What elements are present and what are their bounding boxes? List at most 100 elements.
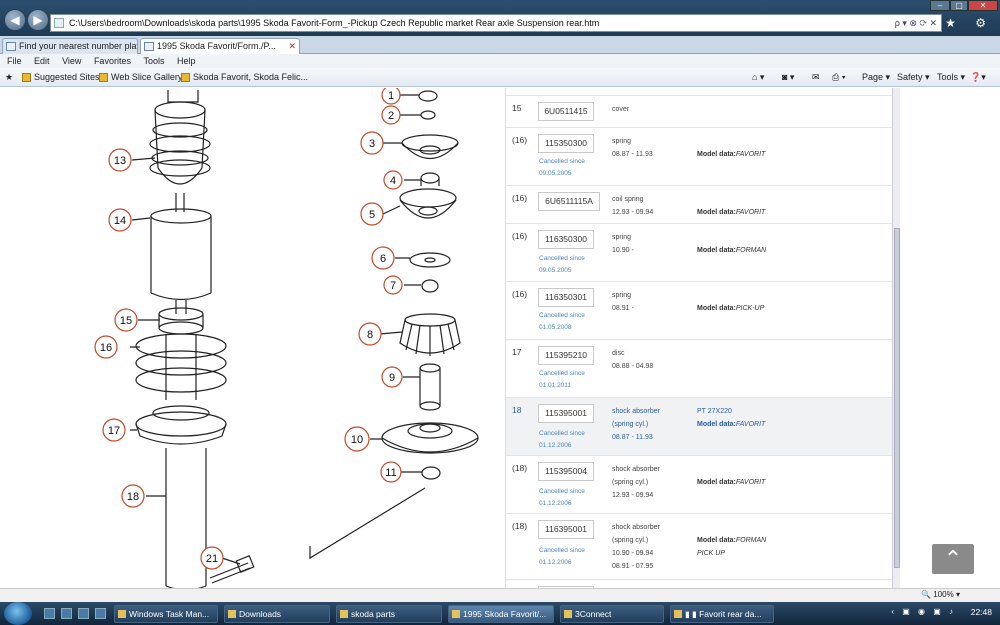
part-description: shock absorber (spring cyl.) 08.87 - 11.93 (612, 405, 698, 444)
callout-10: 10 (351, 434, 363, 446)
fav-label: Skoda Favorit, Skoda Felic... (193, 72, 309, 82)
maximize-button[interactable]: ▢ (950, 0, 968, 11)
position-number: (18) (512, 463, 528, 473)
model-label: Model data: (697, 247, 736, 254)
model-label: Model data: (697, 151, 736, 158)
address-input[interactable]: C:\Users\bedroom\Downloads\skoda parts\1… (50, 14, 942, 32)
menu-view[interactable]: View (62, 54, 81, 68)
model-value: FAVORIT (735, 209, 766, 216)
cancelled-label: Cancelled since (539, 312, 585, 319)
model-data: Model data:PICK-UP (697, 302, 764, 315)
model-label: Model data: (697, 209, 736, 216)
print-icon[interactable]: ⎙ ▾ (832, 71, 845, 84)
part-number[interactable]: 115395004 (538, 462, 594, 481)
date-range: 10.90 - 09.94 (612, 550, 654, 557)
taskbar-label: 1995 Skoda Favorit/... (463, 609, 547, 619)
app-icon (564, 610, 572, 618)
taskbar-item-downloads[interactable]: Downloads (224, 605, 330, 623)
part-number[interactable]: 116395001 (538, 520, 594, 539)
table-row: (18) 116395001 Cancelled since 01.12.200… (506, 514, 892, 580)
model-data: Model data:FAVORIT (697, 476, 765, 489)
desc-text-2: (spring cyl.) (612, 537, 649, 544)
part-number[interactable]: 6U0511415 (538, 102, 594, 121)
quicklaunch-icon[interactable] (44, 608, 55, 619)
mail-icon[interactable]: ✉ (812, 71, 820, 84)
page-menu[interactable]: Page ▾ (862, 71, 890, 84)
tools-menu[interactable]: Tools ▾ (937, 71, 965, 84)
part-number[interactable]: 115395210 (538, 346, 594, 365)
callout-4: 4 (390, 175, 396, 187)
favorites-star-icon[interactable]: ★ (5, 71, 13, 84)
model-data: Model data:FAVORIT (697, 206, 765, 219)
table-row: (16) 116350301 Cancelled since 01.05.200… (506, 282, 892, 340)
menu-favorites[interactable]: Favorites (94, 54, 131, 68)
quicklaunch-icon[interactable] (78, 608, 89, 619)
menu-tools[interactable]: Tools (143, 54, 164, 68)
site-icon (181, 73, 190, 82)
cancelled-date: 01.05.2008 (539, 324, 572, 331)
system-tray-icons[interactable]: ‹ ▣ ◉ ▣ ♪ (891, 607, 956, 616)
scroll-to-top-button[interactable]: ⌃ (932, 544, 974, 574)
fav-suggested-sites[interactable]: Suggested Sites (22, 71, 100, 84)
date-range-2: 08.91 - 07.95 (612, 563, 654, 570)
part-number[interactable]: 116350300 (538, 230, 594, 249)
back-button[interactable]: ◀ (4, 9, 26, 31)
callout-15: 15 (120, 315, 132, 327)
feeds-icon[interactable]: ◙ ▾ (782, 71, 794, 84)
part-number[interactable]: 115395001 (538, 404, 594, 423)
help-menu[interactable]: ❓▾ (970, 71, 986, 84)
fav-web-slice-gallery[interactable]: Web Slice Gallery (99, 71, 182, 84)
model-value: FAVORIT (735, 479, 766, 486)
callout-6: 6 (380, 253, 386, 265)
date-range: 08.88 - 04.98 (612, 363, 654, 370)
callout-13: 13 (114, 155, 126, 167)
table-row: 15 6U0511415 cover (506, 96, 892, 128)
start-button[interactable] (4, 602, 32, 625)
menu-help[interactable]: Help (177, 54, 196, 68)
quicklaunch-icon[interactable] (95, 608, 106, 619)
position-number: (16) (512, 193, 528, 203)
menu-edit[interactable]: Edit (34, 54, 50, 68)
minimize-button[interactable]: – (930, 0, 950, 11)
zoom-level[interactable]: 🔍 100% ▾ (921, 590, 960, 599)
tab-label: Find your nearest number plat... (19, 41, 138, 51)
part-description: disc 08.88 - 04.98 (612, 347, 698, 373)
close-window-button[interactable]: ✕ (968, 0, 998, 11)
taskbar-label: Downloads (239, 609, 282, 619)
menu-file[interactable]: File (7, 54, 22, 68)
callout-7: 7 (390, 280, 396, 292)
part-number[interactable]: 116350301 (538, 288, 594, 307)
taskbar-item-task-manager[interactable]: Windows Task Man... (114, 605, 218, 623)
safety-menu[interactable]: Safety ▾ (897, 71, 930, 84)
table-row-selected: 18 115395001 Cancelled since 01.12.2006 … (506, 398, 892, 456)
desc-text: coil spring (612, 196, 644, 203)
tab-skoda-favorit[interactable]: 1995 Skoda Favorit/Form./P... ✕ (140, 38, 300, 54)
model-value: FORMAN (735, 537, 767, 544)
callout-1: 1 (388, 90, 394, 102)
part-number[interactable]: 6U6511115A (538, 192, 600, 211)
table-row: (18) 115395004 Cancelled since 01.12.200… (506, 456, 892, 514)
model-data-2: PICK UP (697, 547, 725, 560)
quicklaunch-icon[interactable] (61, 608, 72, 619)
browser-window: – ▢ ✕ ◀ ▶ C:\Users\bedroom\Downloads\sko… (0, 0, 1000, 625)
forward-button[interactable]: ▶ (27, 9, 49, 31)
vertical-scrollbar[interactable] (892, 88, 900, 601)
tab-number-plate[interactable]: Find your nearest number plat... (2, 38, 138, 54)
part-number[interactable]: 115350300 (538, 134, 594, 153)
taskbar-item-3connect[interactable]: 3Connect (560, 605, 664, 623)
address-text: C:\Users\bedroom\Downloads\skoda parts\1… (69, 18, 600, 28)
taskbar-item-firefox[interactable]: ▮ ▮ Favorit rear da... (670, 605, 774, 623)
home-favorites-tools-icons[interactable]: ⌂ ★ ⚙ (919, 16, 994, 30)
right-margin (900, 88, 1000, 601)
fav-skoda-favorit[interactable]: Skoda Favorit, Skoda Felic... (181, 71, 308, 84)
home-icon[interactable]: ⌂ ▾ (752, 71, 764, 84)
callout-11: 11 (385, 467, 396, 479)
callout-16: 16 (100, 342, 112, 354)
taskbar-item-browser[interactable]: 1995 Skoda Favorit/... (448, 605, 554, 623)
callout-8: 8 (367, 329, 373, 341)
position-number: (16) (512, 231, 528, 241)
clock[interactable]: 22:48 (971, 607, 992, 617)
close-tab-icon[interactable]: ✕ (288, 39, 296, 54)
callout-18: 18 (127, 491, 139, 503)
taskbar-item-skoda-parts[interactable]: skoda parts (336, 605, 442, 623)
